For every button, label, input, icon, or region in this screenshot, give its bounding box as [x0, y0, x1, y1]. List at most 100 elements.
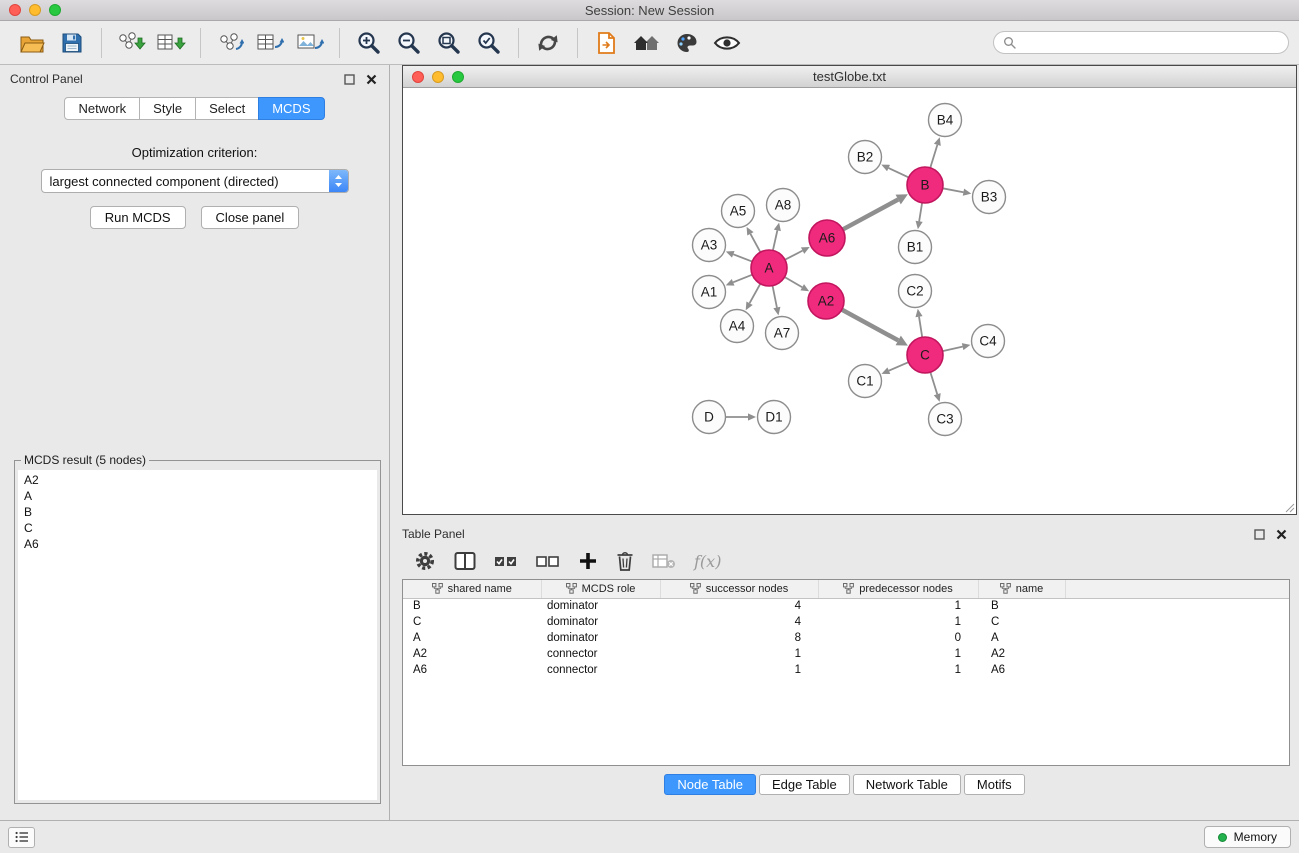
mcds-result-item[interactable]: A2	[24, 472, 371, 488]
search-box[interactable]	[993, 31, 1289, 54]
style-button[interactable]	[667, 24, 707, 62]
mcds-result-item[interactable]: B	[24, 504, 371, 520]
tab-style[interactable]: Style	[139, 97, 196, 120]
close-panel-icon[interactable]	[1276, 529, 1287, 540]
open-session-button[interactable]	[12, 24, 52, 62]
network-graph[interactable]: B4B2BB3A5A8A6B1A3AC2A1A2A4A7C4CC1C3DD1	[403, 88, 1296, 514]
tab-motifs[interactable]: Motifs	[964, 774, 1025, 795]
new-network-button[interactable]	[210, 24, 250, 62]
column-header-successor-nodes[interactable]: successor nodes	[660, 580, 818, 598]
minimize-window-button[interactable]	[29, 4, 41, 16]
network-minimize-button[interactable]	[432, 71, 444, 83]
graph-node-A7[interactable]: A7	[766, 317, 799, 350]
graph-node-B2[interactable]: B2	[849, 141, 882, 174]
graph-node-C2[interactable]: C2	[899, 275, 932, 308]
graph-node-A6[interactable]: A6	[809, 220, 845, 256]
graph-edge-A-A6[interactable]	[785, 251, 803, 260]
graph-node-A8[interactable]: A8	[767, 189, 800, 222]
network-zoom-button[interactable]	[452, 71, 464, 83]
tab-mcds[interactable]: MCDS	[258, 97, 324, 120]
delete-column-button[interactable]	[616, 550, 634, 572]
column-header-mcds-role[interactable]: MCDS role	[541, 580, 660, 598]
zoom-selected-button[interactable]	[469, 24, 509, 62]
show-columns-button[interactable]	[454, 551, 476, 571]
graph-node-A2[interactable]: A2	[808, 283, 844, 319]
graph-node-C[interactable]: C	[907, 337, 943, 373]
table-row[interactable]: A6connector11A6	[403, 662, 1289, 678]
graph-node-C3[interactable]: C3	[929, 403, 962, 436]
graph-edge-C-C4[interactable]	[943, 347, 963, 351]
mcds-result-item[interactable]: A	[24, 488, 371, 504]
float-panel-icon[interactable]	[344, 74, 355, 85]
graph-edge-C-C1[interactable]	[889, 362, 909, 371]
table-row[interactable]: Cdominator41C	[403, 614, 1289, 630]
graph-node-C4[interactable]: C4	[972, 325, 1005, 358]
graph-edge-C-C3[interactable]	[930, 372, 937, 394]
show-details-button[interactable]	[707, 24, 747, 62]
table-row[interactable]: Adominator80A	[403, 630, 1289, 646]
close-panel-button[interactable]: Close panel	[201, 206, 300, 229]
search-input[interactable]	[1022, 36, 1279, 50]
mcds-result-item[interactable]: C	[24, 520, 371, 536]
graph-node-A5[interactable]: A5	[722, 195, 755, 228]
graph-node-D[interactable]: D	[693, 401, 726, 434]
graph-edge-A2-C[interactable]	[842, 310, 898, 341]
table-settings-button[interactable]	[414, 550, 436, 572]
graph-edge-C-C2[interactable]	[919, 317, 922, 338]
tab-node-table[interactable]: Node Table	[664, 774, 756, 795]
function-builder-button[interactable]: f(x)	[694, 552, 721, 571]
tab-select[interactable]: Select	[195, 97, 259, 120]
graph-node-A3[interactable]: A3	[693, 229, 726, 262]
tab-edge-table[interactable]: Edge Table	[759, 774, 850, 795]
mcds-result-item[interactable]: A6	[24, 536, 371, 552]
graph-node-C1[interactable]: C1	[849, 365, 882, 398]
column-header-predecessor-nodes[interactable]: predecessor nodes	[818, 580, 978, 598]
graph-edge-A-A3[interactable]	[733, 254, 752, 261]
show-panels-button[interactable]	[8, 827, 35, 848]
zoom-out-button[interactable]	[389, 24, 429, 62]
zoom-in-button[interactable]	[349, 24, 389, 62]
network-close-button[interactable]	[412, 71, 424, 83]
table-row[interactable]: Bdominator41B	[403, 598, 1289, 614]
column-header-shared-name[interactable]: shared name	[403, 580, 541, 598]
graph-edge-B-B4[interactable]	[930, 145, 937, 168]
table-row[interactable]: A2connector11A2	[403, 646, 1289, 662]
graph-edge-A-A2[interactable]	[785, 277, 803, 287]
graph-node-B3[interactable]: B3	[973, 181, 1006, 214]
graph-node-A[interactable]: A	[751, 250, 787, 286]
import-table-button[interactable]	[151, 24, 191, 62]
memory-button[interactable]: Memory	[1204, 826, 1291, 848]
close-window-button[interactable]	[9, 4, 21, 16]
graph-node-A1[interactable]: A1	[693, 276, 726, 309]
import-network-button[interactable]	[111, 24, 151, 62]
zoom-fit-button[interactable]	[429, 24, 469, 62]
select-all-columns-button[interactable]	[494, 552, 518, 570]
resize-handle-icon[interactable]	[1285, 503, 1295, 513]
graph-edge-A-A7[interactable]	[773, 286, 777, 308]
network-document-button[interactable]	[587, 24, 627, 62]
network-canvas[interactable]: B4B2BB3A5A8A6B1A3AC2A1A2A4A7C4CC1C3DD1	[403, 88, 1296, 514]
delete-table-button[interactable]	[652, 552, 676, 570]
graph-node-B[interactable]: B	[907, 167, 943, 203]
graph-edge-B-B2[interactable]	[889, 168, 909, 177]
graph-edge-A6-B[interactable]	[843, 200, 898, 230]
close-panel-icon[interactable]	[366, 74, 377, 85]
graph-edge-B-B3[interactable]	[943, 188, 964, 192]
graph-edge-A-A4[interactable]	[750, 284, 761, 303]
save-session-button[interactable]	[52, 24, 92, 62]
graph-edge-A-A8[interactable]	[773, 230, 777, 250]
deselect-all-columns-button[interactable]	[536, 552, 560, 570]
new-table-button[interactable]	[250, 24, 290, 62]
graph-edge-A-A1[interactable]	[733, 275, 752, 283]
graph-node-A4[interactable]: A4	[721, 310, 754, 343]
create-column-button[interactable]	[578, 551, 598, 571]
column-header-name[interactable]: name	[978, 580, 1065, 598]
graph-node-D1[interactable]: D1	[758, 401, 791, 434]
tab-network[interactable]: Network	[64, 97, 140, 120]
graph-node-B4[interactable]: B4	[929, 104, 962, 137]
mcds-result-list[interactable]: A2ABCA6	[18, 470, 377, 800]
criterion-dropdown[interactable]: largest connected component (directed)	[41, 169, 349, 193]
float-panel-icon[interactable]	[1254, 529, 1265, 540]
fullscreen-window-button[interactable]	[49, 4, 61, 16]
graph-edge-A-A5[interactable]	[750, 234, 760, 252]
